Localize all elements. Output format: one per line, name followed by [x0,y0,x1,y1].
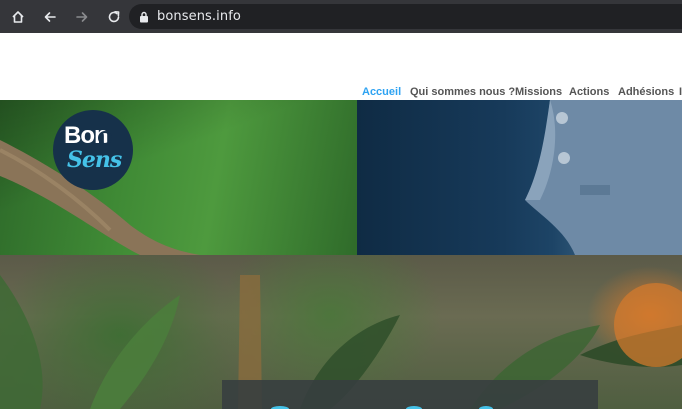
menu-item-adhesions[interactable]: Adhésions [618,85,674,99]
reload-icon [108,10,120,22]
logo-text-sens: Sens [67,147,122,173]
forward-button[interactable] [66,0,98,33]
back-button[interactable] [34,0,66,33]
browser-toolbar: bonsens.info [0,0,682,33]
shirt-graphic [525,100,682,255]
menu-item-qui-sommes-nous[interactable]: Qui sommes nous ? [410,85,515,99]
home-button[interactable] [2,0,34,33]
main-menu: Accueil Qui sommes nous ? Missions Actio… [0,85,682,99]
menu-item-missions[interactable]: Missions [515,85,562,99]
forward-arrow-icon [76,11,88,22]
reload-button[interactable] [98,0,130,33]
hero-title-glyphs-cropped [271,406,493,409]
logo-ring-icon [98,131,112,145]
back-arrow-icon [44,11,56,22]
site-header: Accueil Qui sommes nous ? Missions Actio… [0,33,682,100]
home-icon [12,10,24,23]
lock-icon[interactable] [139,11,149,23]
menu-item-accueil[interactable]: Accueil [362,85,401,99]
url-text[interactable]: bonsens.info [157,9,241,24]
site-logo[interactable]: Bon Sens [53,110,133,190]
address-bar[interactable]: bonsens.info [129,4,682,29]
menu-item-actions[interactable]: Actions [569,85,609,99]
